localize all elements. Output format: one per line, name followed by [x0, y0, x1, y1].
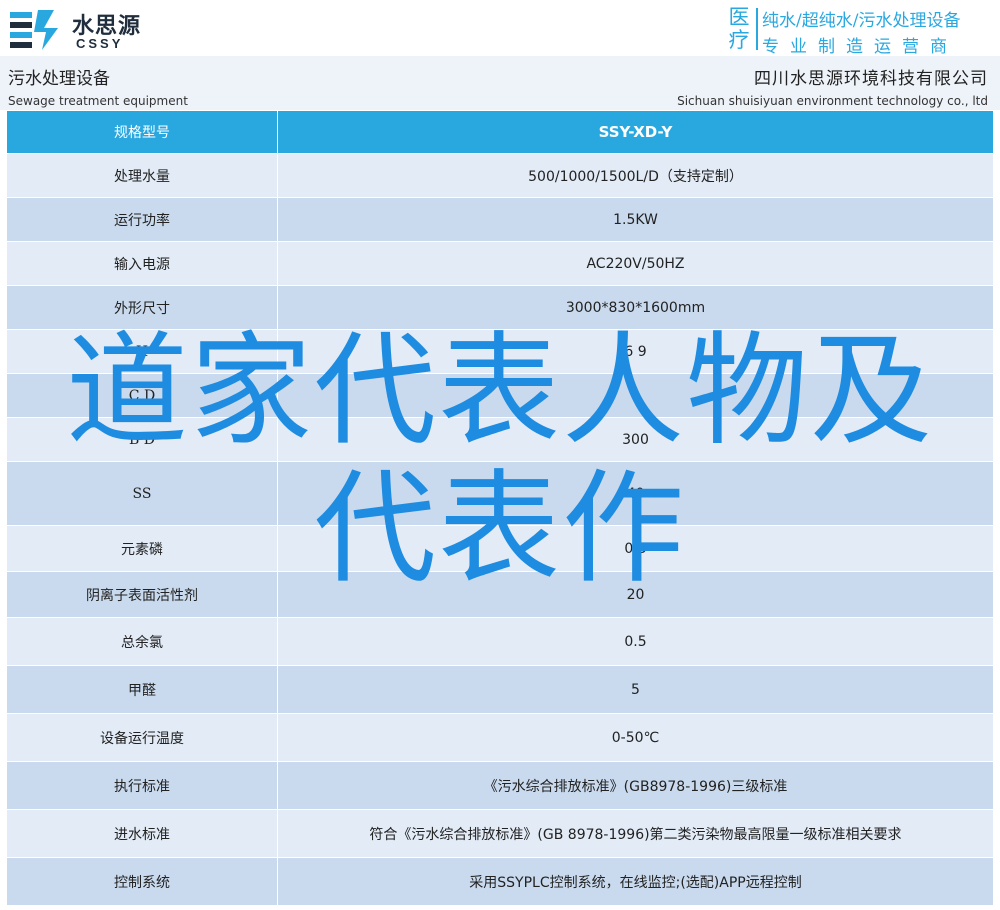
row-label: 控制系统: [6, 857, 278, 906]
header-value-cell: SSY-XD-Y: [277, 110, 994, 154]
logo-english-name: CSSY: [76, 36, 124, 51]
spec-table: 规格型号 SSY-XD-Y 处理水量 500/1000/1500L/D（支持定制…: [6, 110, 994, 906]
row-value: 0.5: [277, 617, 994, 666]
row-label: 元素磷: [6, 525, 278, 572]
table-header-row: 规格型号 SSY-XD-Y: [6, 110, 994, 154]
top-banner: 水思源 CSSY 医 疗 纯水/超纯水/污水处理设备 专业制造运营商: [0, 0, 1000, 57]
company-name-en: Sichuan shuisiyuan environment technolog…: [677, 94, 988, 108]
row-value: 0.3: [277, 525, 994, 572]
row-label: 总余氯: [6, 617, 278, 666]
table-row: H 6 9: [6, 329, 994, 374]
row-label: 执行标准: [6, 761, 278, 810]
table-row: 进水标准 符合《污水综合排放标准》(GB 8978-1996)第二类污染物最高限…: [6, 809, 994, 858]
row-label: 进水标准: [6, 809, 278, 858]
product-category-cn: 污水处理设备: [8, 69, 110, 89]
table-row: 总余氯 0.5: [6, 617, 994, 666]
row-value: 《污水综合排放标准》(GB8978-1996)三级标准: [277, 761, 994, 810]
table-row: 阴离子表面活性剂 20: [6, 571, 994, 618]
row-value: 300: [277, 417, 994, 462]
row-value: AC220V/50HZ: [277, 241, 994, 286]
row-label: B D: [6, 417, 278, 462]
row-value: 符合《污水综合排放标准》(GB 8978-1996)第二类污染物最高限量一级标准…: [277, 809, 994, 858]
table-row: SS 40: [6, 461, 994, 526]
table-row: 元素磷 0.3: [6, 525, 994, 572]
row-label: 外形尺寸: [6, 285, 278, 330]
product-category-en: Sewage treatment equipment: [8, 94, 188, 108]
row-label: C D: [6, 373, 278, 418]
row-label: 甲醛: [6, 665, 278, 714]
row-value: 6 9: [277, 329, 994, 374]
table-row: 执行标准 《污水综合排放标准》(GB8978-1996)三级标准: [6, 761, 994, 810]
row-value: 5: [277, 665, 994, 714]
badge-divider: [756, 8, 758, 50]
row-value: 20: [277, 571, 994, 618]
table-row: 控制系统 采用SSYPLC控制系统，在线监控;(选配)APP远程控制: [6, 857, 994, 906]
table-row: 外形尺寸 3000*830*1600mm: [6, 285, 994, 330]
row-value: 0-50℃: [277, 713, 994, 762]
tagline-slogan: 专业制造运营商: [762, 37, 958, 57]
row-label: 处理水量: [6, 153, 278, 198]
row-value: 3000*830*1600mm: [277, 285, 994, 330]
row-value: [277, 373, 994, 418]
logo-mark-icon: [10, 10, 58, 50]
table-row: B D 300: [6, 417, 994, 462]
table-row: 运行功率 1.5KW: [6, 197, 994, 242]
row-label: 输入电源: [6, 241, 278, 286]
company-name-cn: 四川水思源环境科技有限公司: [754, 69, 988, 89]
row-label: SS: [6, 461, 278, 526]
row-value: 1.5KW: [277, 197, 994, 242]
table-row: 甲醛 5: [6, 665, 994, 714]
table-row: 设备运行温度 0-50℃: [6, 713, 994, 762]
table-row: C D: [6, 373, 994, 418]
row-value: 40: [277, 461, 994, 526]
row-label: 运行功率: [6, 197, 278, 242]
header-label-cell: 规格型号: [6, 110, 278, 154]
row-value: 500/1000/1500L/D（支持定制）: [277, 153, 994, 198]
company-logo[interactable]: 水思源 CSSY: [8, 6, 148, 52]
row-label: H: [6, 329, 278, 374]
document-header: 污水处理设备 Sewage treatment equipment 四川水思源环…: [0, 56, 1000, 110]
medical-badge: 医 疗: [724, 6, 754, 52]
badge-char-1: 医: [728, 5, 750, 29]
tagline-products: 纯水/超纯水/污水处理设备: [762, 11, 961, 31]
row-value: 采用SSYPLC控制系统，在线监控;(选配)APP远程控制: [277, 857, 994, 906]
table-row: 处理水量 500/1000/1500L/D（支持定制）: [6, 153, 994, 198]
row-label: 阴离子表面活性剂: [6, 571, 278, 618]
table-row: 输入电源 AC220V/50HZ: [6, 241, 994, 286]
badge-char-2: 疗: [728, 28, 750, 52]
row-label: 设备运行温度: [6, 713, 278, 762]
